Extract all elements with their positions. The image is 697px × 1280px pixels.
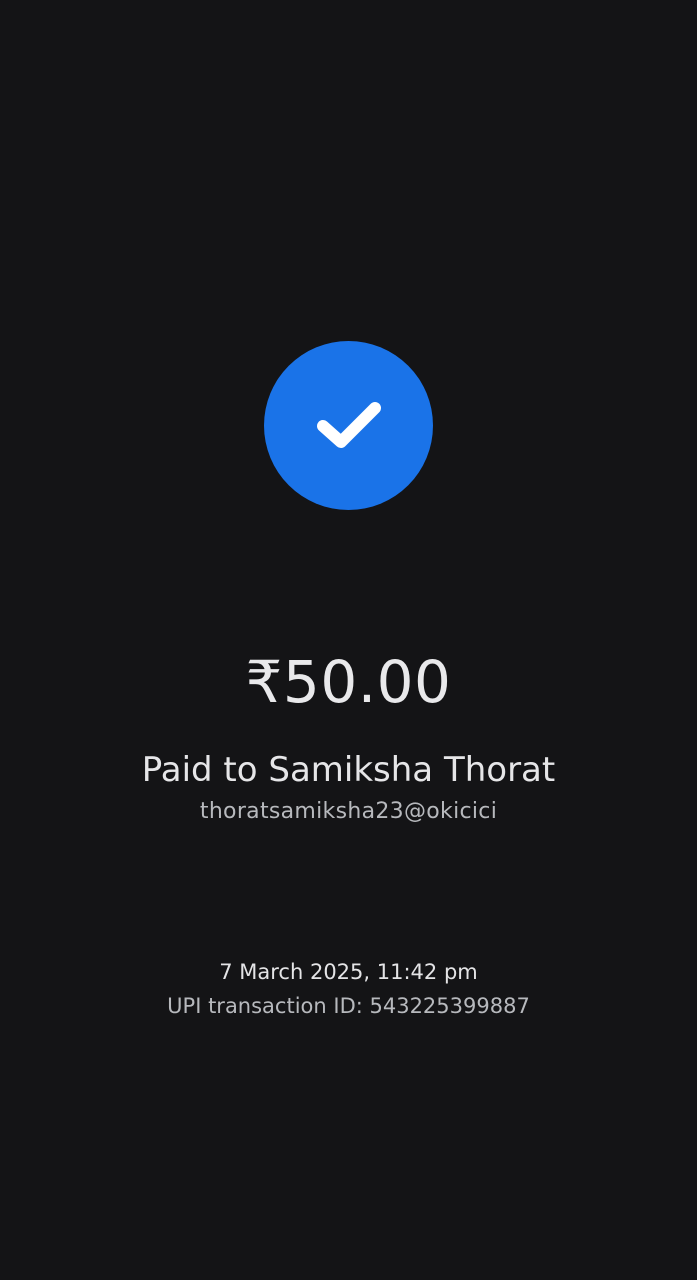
payee-upi-id: thoratsamiksha23@okicici xyxy=(199,799,498,824)
transaction-datetime: 7 March 2025, 11:42 pm xyxy=(219,960,478,984)
payment-amount: ₹50.00 xyxy=(245,648,452,716)
payee-name: Paid to Samiksha Thorat xyxy=(141,750,556,790)
success-check-badge xyxy=(264,341,433,510)
check-icon xyxy=(316,401,381,448)
upi-transaction-id: UPI transaction ID: 543225399887 xyxy=(167,994,530,1018)
payment-success-screen: ₹50.00 Paid to Samiksha Thorat thoratsam… xyxy=(0,0,697,1280)
